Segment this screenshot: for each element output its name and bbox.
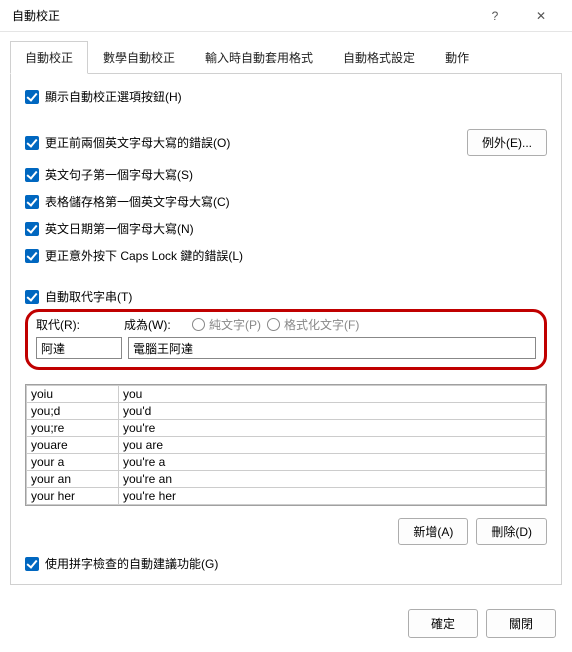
- lbl-caps-lock: 更正意外按下 Caps Lock 鍵的錯誤(L): [45, 247, 243, 264]
- table-row[interactable]: your heryou're her: [27, 488, 546, 505]
- panel-autocorrect: 顯示自動校正選項按鈕(H) 更正前兩個英文字母大寫的錯誤(O) 例外(E)...…: [10, 74, 562, 585]
- tab-autoformat[interactable]: 自動格式設定: [328, 41, 430, 74]
- add-button[interactable]: 新增(A): [398, 518, 468, 545]
- table-row[interactable]: your ayou're a: [27, 454, 546, 471]
- cell-from: your a: [27, 454, 119, 471]
- tab-bar: 自動校正 數學自動校正 輸入時自動套用格式 自動格式設定 動作: [10, 40, 562, 74]
- lbl-replace: 取代(R):: [36, 316, 118, 333]
- cell-to: you: [119, 386, 546, 403]
- cell-from: yoiu: [27, 386, 119, 403]
- close-dialog-button[interactable]: 關閉: [486, 609, 556, 638]
- chk-sentence-cap[interactable]: [25, 168, 39, 182]
- tab-math-autocorrect[interactable]: 數學自動校正: [88, 41, 190, 74]
- cell-to: you're a: [119, 454, 546, 471]
- lbl-sentence-cap: 英文句子第一個字母大寫(S): [45, 166, 193, 183]
- tab-autocorrect[interactable]: 自動校正: [10, 41, 88, 74]
- title-bar: 自動校正 ? ✕: [0, 0, 572, 32]
- chk-table-cell-cap[interactable]: [25, 195, 39, 209]
- table-row[interactable]: you;dyou'd: [27, 403, 546, 420]
- cell-to: you are: [119, 437, 546, 454]
- radio-plain-label: 純文字(P): [192, 316, 261, 333]
- lbl-two-caps: 更正前兩個英文字母大寫的錯誤(O): [45, 134, 230, 151]
- table-row[interactable]: you;reyou're: [27, 420, 546, 437]
- cell-from: your an: [27, 471, 119, 488]
- lbl-auto-replace: 自動取代字串(T): [45, 288, 132, 305]
- help-button[interactable]: ?: [472, 0, 518, 32]
- delete-button[interactable]: 刪除(D): [476, 518, 547, 545]
- window-title: 自動校正: [8, 7, 472, 24]
- lbl-table-cell-cap: 表格儲存格第一個英文字母大寫(C): [45, 193, 230, 210]
- lbl-show-buttons: 顯示自動校正選項按鈕(H): [45, 88, 182, 105]
- input-replace-from[interactable]: [36, 337, 122, 359]
- cell-to: you're an: [119, 471, 546, 488]
- chk-day-cap[interactable]: [25, 222, 39, 236]
- table-row[interactable]: your anyou're an: [27, 471, 546, 488]
- chk-show-buttons[interactable]: [25, 90, 39, 104]
- exceptions-button[interactable]: 例外(E)...: [467, 129, 547, 156]
- close-button[interactable]: ✕: [518, 0, 564, 32]
- cell-to: you'd: [119, 403, 546, 420]
- tab-autoformat-typing[interactable]: 輸入時自動套用格式: [190, 41, 328, 74]
- lbl-with: 成為(W):: [124, 316, 186, 333]
- chk-caps-lock[interactable]: [25, 249, 39, 263]
- cell-to: you're her: [119, 488, 546, 505]
- replacement-highlight: 取代(R): 成為(W): 純文字(P) 格式化文字(F): [25, 309, 547, 370]
- cell-from: you;d: [27, 403, 119, 420]
- cell-from: your her: [27, 488, 119, 505]
- chk-auto-replace[interactable]: [25, 290, 39, 304]
- tab-actions[interactable]: 動作: [430, 41, 484, 74]
- table-row[interactable]: yoiuyou: [27, 386, 546, 403]
- cell-from: youare: [27, 437, 119, 454]
- replacement-list[interactable]: yoiuyouyou;dyou'dyou;reyou'reyouareyou a…: [25, 384, 547, 506]
- lbl-spell-suggest: 使用拼字檢查的自動建議功能(G): [45, 555, 218, 572]
- cell-to: you're: [119, 420, 546, 437]
- footer: 確定 關閉: [0, 595, 572, 652]
- cell-from: you;re: [27, 420, 119, 437]
- radio-formatted-label: 格式化文字(F): [267, 316, 359, 333]
- lbl-day-cap: 英文日期第一個字母大寫(N): [45, 220, 194, 237]
- radio-plain[interactable]: [192, 318, 205, 331]
- chk-spell-suggest[interactable]: [25, 557, 39, 571]
- chk-two-caps[interactable]: [25, 136, 39, 150]
- ok-button[interactable]: 確定: [408, 609, 478, 638]
- input-replace-to[interactable]: [128, 337, 536, 359]
- radio-formatted[interactable]: [267, 318, 280, 331]
- table-row[interactable]: youareyou are: [27, 437, 546, 454]
